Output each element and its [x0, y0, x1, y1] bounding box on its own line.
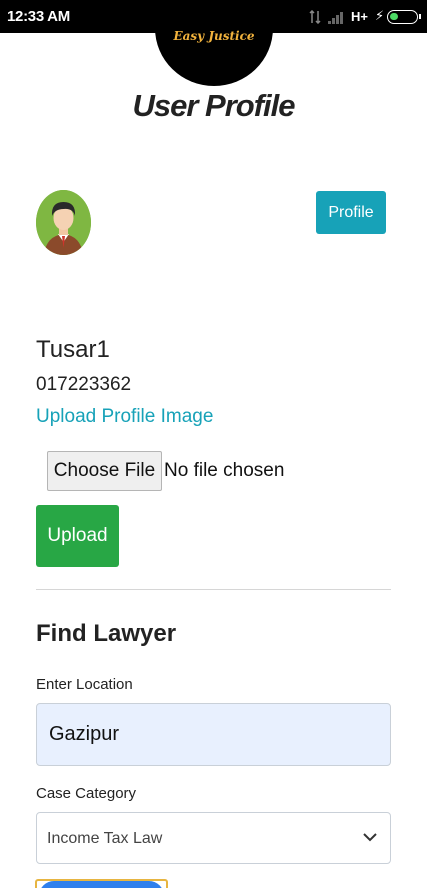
find-lawyer-title: Find Lawyer: [36, 620, 177, 647]
user-name: Tusar1: [36, 336, 110, 363]
search-button[interactable]: [39, 881, 164, 888]
network-type: H+: [351, 9, 368, 24]
divider: [36, 589, 391, 590]
upload-profile-image-link[interactable]: Upload Profile Image: [36, 406, 213, 428]
chevron-down-icon: [363, 833, 377, 842]
user-phone: 017223362: [36, 374, 132, 395]
choose-file-button[interactable]: Choose File: [47, 451, 162, 491]
file-status: No file chosen: [164, 460, 285, 481]
user-avatar-icon: [36, 190, 91, 255]
page-title: User Profile: [132, 88, 295, 123]
location-input[interactable]: [36, 703, 391, 766]
status-time: 12:33 AM: [7, 8, 70, 25]
case-category-value: Income Tax Law: [47, 830, 163, 847]
upload-button[interactable]: Upload: [36, 505, 119, 567]
charging-bolt-icon: ⚡: [375, 8, 385, 23]
case-category-select[interactable]: Income Tax Law: [36, 812, 391, 864]
logo-text: Easy Justice: [173, 29, 255, 43]
search-button-focus-ring: [35, 879, 168, 888]
profile-button[interactable]: Profile: [316, 191, 386, 234]
signal-icon: [328, 12, 343, 24]
app-logo: Easy Justice: [155, 0, 273, 86]
data-arrows-icon: [309, 10, 321, 24]
avatar: [36, 190, 91, 255]
battery-icon: [387, 10, 421, 24]
location-label: Enter Location: [36, 676, 133, 693]
case-category-label: Case Category: [36, 785, 137, 802]
